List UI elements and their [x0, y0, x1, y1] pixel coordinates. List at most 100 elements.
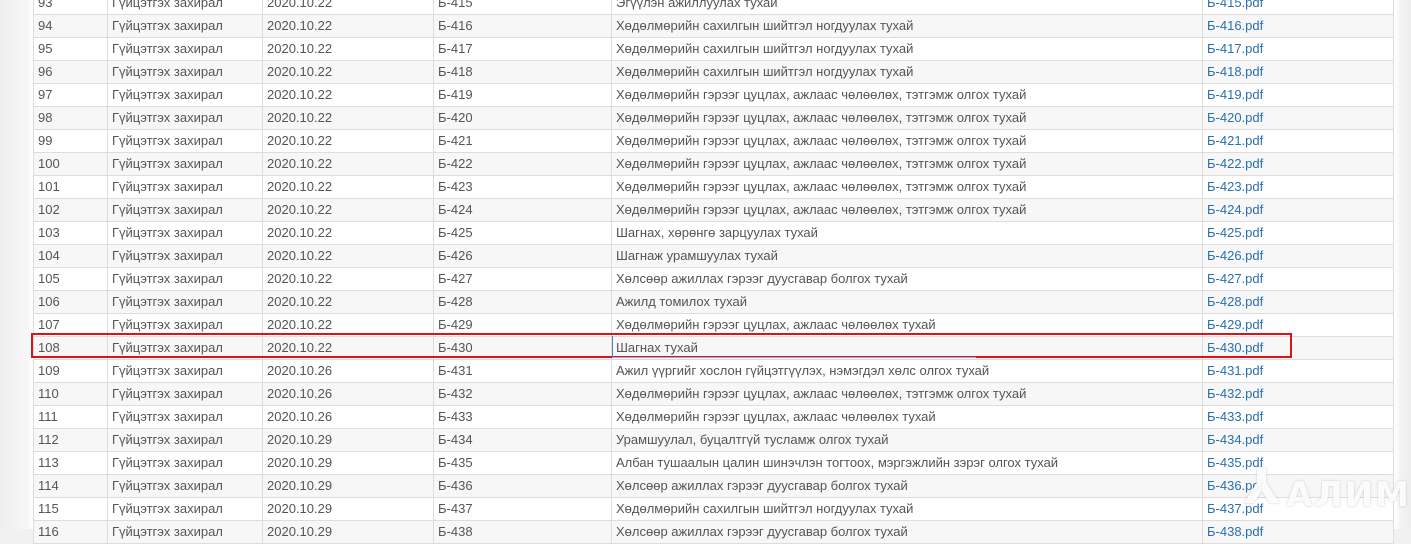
cell-date: 2020.10.22: [262, 14, 434, 38]
cell-subject: Урамшуулал, буцалтгүй тусламж олгох туха…: [611, 428, 1203, 452]
cell-order-code: Б-422: [433, 152, 612, 176]
cell-order-code: Б-424: [433, 198, 612, 222]
cell-pdf-link[interactable]: Б-418.pdf: [1202, 60, 1394, 84]
cell-subject: Хөдөлмөрийн гэрээг цуцлах, ажлаас чөлөөл…: [611, 106, 1203, 130]
cell-date: 2020.10.29: [262, 474, 434, 498]
orders-table-body: 93 Гүйцэтгэх захирал 2020.10.22 Б-415 Эгүүлэ…: [33, 0, 1394, 544]
cell-order-code: Б-436: [433, 474, 612, 498]
cell-pdf-link[interactable]: Б-431.pdf: [1202, 359, 1394, 383]
table-row: 98 Гүйцэтгэх захирал 2020.10.22 Б-420 Хөдөлм…: [33, 106, 1394, 130]
cell-subject: Хөлсөөр ажиллах гэрээг дуусгавар болгох …: [611, 520, 1203, 544]
cell-subject: Хөдөлмөрийн сахилгын шийтгэл ногдуулах т…: [611, 37, 1203, 61]
cell-issuer: Гүйцэтгэх захирал: [107, 37, 263, 61]
cell-number: 104: [33, 244, 108, 268]
table-row: 96 Гүйцэтгэх захирал 2020.10.22 Б-418 Хөдөлм…: [33, 60, 1394, 84]
cell-pdf-link[interactable]: Б-422.pdf: [1202, 152, 1394, 176]
cell-number: 113: [33, 451, 108, 475]
table-row: 93 Гүйцэтгэх захирал 2020.10.22 Б-415 Эгүүлэ…: [33, 0, 1394, 15]
cell-subject: Эгүүлэн ажиллуулах тухай: [611, 0, 1203, 15]
cell-issuer: Гүйцэтгэх захирал: [107, 175, 263, 199]
cell-date: 2020.10.22: [262, 106, 434, 130]
cell-number: 105: [33, 267, 108, 291]
cell-pdf-link[interactable]: Б-423.pdf: [1202, 175, 1394, 199]
cell-issuer: Гүйцэтгэх захирал: [107, 451, 263, 475]
cell-subject: Хөдөлмөрийн сахилгын шийтгэл ногдуулах т…: [611, 60, 1203, 84]
cell-order-code: Б-437: [433, 497, 612, 521]
cell-pdf-link[interactable]: Б-425.pdf: [1202, 221, 1394, 245]
cell-date: 2020.10.22: [262, 198, 434, 222]
cell-pdf-link[interactable]: Б-428.pdf: [1202, 290, 1394, 314]
cell-order-code: Б-434: [433, 428, 612, 452]
cell-number: 102: [33, 198, 108, 222]
cell-number: 98: [33, 106, 108, 130]
cell-issuer: Гүйцэтгэх захирал: [107, 382, 263, 406]
cell-order-code: Б-427: [433, 267, 612, 291]
cell-date: 2020.10.22: [262, 0, 434, 15]
cell-number: 114: [33, 474, 108, 498]
cell-issuer: Гүйцэтгэх захирал: [107, 14, 263, 38]
cell-number: 112: [33, 428, 108, 452]
cell-subject: Хөдөлмөрийн гэрээг цуцлах, ажлаас чөлөөл…: [611, 313, 1203, 337]
cell-subject: Хөдөлмөрийн гэрээг цуцлах, ажлаас чөлөөл…: [611, 152, 1203, 176]
cell-subject: Шагнах тухай: [611, 336, 1203, 360]
table-row: 105 Гүйцэтгэх захирал 2020.10.22 Б-427 Хөлсө…: [33, 267, 1394, 291]
cell-number: 110: [33, 382, 108, 406]
cell-issuer: Гүйцэтгэх захирал: [107, 198, 263, 222]
cell-issuer: Гүйцэтгэх захирал: [107, 405, 263, 429]
cell-issuer: Гүйцэтгэх захирал: [107, 152, 263, 176]
cell-pdf-link[interactable]: Б-430.pdf: [1202, 336, 1394, 360]
cell-pdf-link[interactable]: Б-424.pdf: [1202, 198, 1394, 222]
cell-order-code: Б-423: [433, 175, 612, 199]
cell-date: 2020.10.29: [262, 451, 434, 475]
cell-subject: Албан тушаалын цалин шинэчлэн тогтоох, м…: [611, 451, 1203, 475]
table-row: 103 Гүйцэтгэх захирал 2020.10.22 Б-425 Шагна…: [33, 221, 1394, 245]
cell-subject: Ажилд томилох тухай: [611, 290, 1203, 314]
cell-pdf-link[interactable]: Б-417.pdf: [1202, 37, 1394, 61]
cell-pdf-link[interactable]: Б-415.pdf: [1202, 0, 1394, 15]
cell-pdf-link[interactable]: Б-434.pdf: [1202, 428, 1394, 452]
cell-pdf-link[interactable]: Б-432.pdf: [1202, 382, 1394, 406]
cell-pdf-link[interactable]: Б-420.pdf: [1202, 106, 1394, 130]
table-row: 115 Гүйцэтгэх захирал 2020.10.29 Б-437 Хөдөл…: [33, 497, 1394, 521]
cell-pdf-link[interactable]: Б-427.pdf: [1202, 267, 1394, 291]
cell-issuer: Гүйцэтгэх захирал: [107, 313, 263, 337]
cell-pdf-link[interactable]: Б-436.pdf: [1202, 474, 1394, 498]
cell-order-code: Б-435: [433, 451, 612, 475]
cell-issuer: Гүйцэтгэх захирал: [107, 244, 263, 268]
cell-pdf-link[interactable]: Б-433.pdf: [1202, 405, 1394, 429]
cell-pdf-link[interactable]: Б-421.pdf: [1202, 129, 1394, 153]
table-row: 112 Гүйцэтгэх захирал 2020.10.29 Б-434 Урамш…: [33, 428, 1394, 452]
cell-issuer: Гүйцэтгэх захирал: [107, 336, 263, 360]
cell-number: 108: [33, 336, 108, 360]
cell-pdf-link[interactable]: Б-429.pdf: [1202, 313, 1394, 337]
cell-subject: Хөдөлмөрийн гэрээг цуцлах, ажлаас чөлөөл…: [611, 175, 1203, 199]
table-row: 107 Гүйцэтгэх захирал 2020.10.22 Б-429 Хөдөл…: [33, 313, 1394, 337]
cell-issuer: Гүйцэтгэх захирал: [107, 359, 263, 383]
cell-date: 2020.10.29: [262, 497, 434, 521]
cell-number: 99: [33, 129, 108, 153]
cell-pdf-link[interactable]: Б-419.pdf: [1202, 83, 1394, 107]
cell-order-code: Б-415: [433, 0, 612, 15]
cell-date: 2020.10.22: [262, 313, 434, 337]
orders-table-container: 93 Гүйцэтгэх захирал 2020.10.22 Б-415 Эгүүлэ…: [33, 0, 1394, 544]
cell-pdf-link[interactable]: Б-416.pdf: [1202, 14, 1394, 38]
table-row: 111 Гүйцэтгэх захирал 2020.10.26 Б-433 Хөдөл…: [33, 405, 1394, 429]
cell-pdf-link[interactable]: Б-435.pdf: [1202, 451, 1394, 475]
cell-subject: Хөдөлмөрийн гэрээг цуцлах, ажлаас чөлөөл…: [611, 83, 1203, 107]
cell-date: 2020.10.22: [262, 60, 434, 84]
cell-order-code: Б-431: [433, 359, 612, 383]
cell-pdf-link[interactable]: Б-437.pdf: [1202, 497, 1394, 521]
cell-order-code: Б-418: [433, 60, 612, 84]
cell-date: 2020.10.22: [262, 290, 434, 314]
cell-issuer: Гүйцэтгэх захирал: [107, 0, 263, 15]
cell-pdf-link[interactable]: Б-438.pdf: [1202, 520, 1394, 544]
cell-issuer: Гүйцэтгэх захирал: [107, 83, 263, 107]
cell-date: 2020.10.22: [262, 129, 434, 153]
cell-subject: Шагнах, хөрөнгө зарцуулах тухай: [611, 221, 1203, 245]
table-row: 100 Гүйцэтгэх захирал 2020.10.22 Б-422 Хөдөл…: [33, 152, 1394, 176]
cell-pdf-link[interactable]: Б-426.pdf: [1202, 244, 1394, 268]
cell-number: 116: [33, 520, 108, 544]
cell-date: 2020.10.22: [262, 175, 434, 199]
cell-order-code: Б-430: [433, 336, 612, 360]
cell-order-code: Б-416: [433, 14, 612, 38]
